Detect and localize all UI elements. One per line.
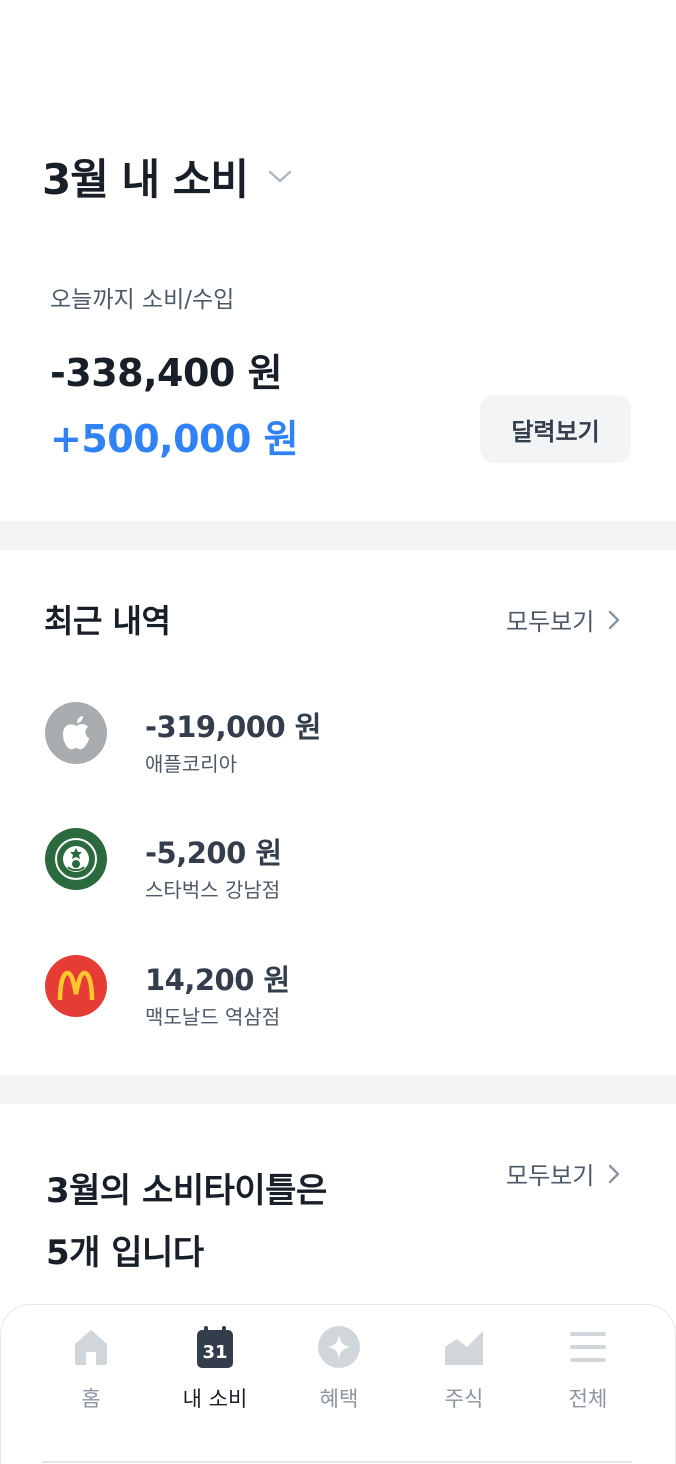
menu-icon: [564, 1323, 612, 1371]
spending-titles-line1: 3월의 소비타이틀은: [46, 1171, 327, 1211]
transaction-amount: -5,200 원: [145, 836, 282, 870]
transaction-amount: -319,000 원: [145, 710, 321, 744]
recent-section-title: 최근 내역: [44, 602, 171, 640]
tab-benefits[interactable]: 혜택: [284, 1323, 394, 1423]
bottom-tab-bar: 홈 31 내 소비 혜택 주식 전체: [0, 1304, 676, 1464]
spending-titles-heading: 3월의 소비타이틀은 5개 입니다: [46, 1160, 327, 1284]
mcdonalds-logo-icon: [45, 955, 107, 1017]
spending-titles-line2: 5개 입니다: [46, 1233, 204, 1273]
transaction-item[interactable]: -319,000 원 애플코리아: [45, 702, 645, 782]
recent-see-all-link[interactable]: 모두보기: [506, 602, 620, 637]
calendar-view-button[interactable]: 달력보기: [480, 395, 631, 463]
titles-see-all-link[interactable]: 모두보기: [506, 1156, 620, 1191]
see-all-label: 모두보기: [506, 1162, 595, 1190]
tab-all[interactable]: 전체: [533, 1323, 643, 1423]
tab-home[interactable]: 홈: [36, 1323, 146, 1423]
tab-label: 혜택: [319, 1387, 359, 1411]
summary-income-amount: +500,000 원: [50, 417, 299, 461]
starbucks-logo-icon: [45, 828, 107, 890]
summary-label: 오늘까지 소비/수입: [50, 287, 235, 313]
section-divider: [0, 521, 676, 550]
calendar-icon: 31: [191, 1323, 239, 1371]
apple-logo-icon: [45, 702, 107, 764]
sparkle-icon: [315, 1323, 363, 1371]
transaction-merchant: 스타벅스 강남점: [145, 878, 281, 902]
home-indicator: [42, 1461, 632, 1463]
consumption-page: 3월 내 소비 오늘까지 소비/수입 -338,400 원 +500,000 원…: [0, 0, 676, 1464]
transaction-item[interactable]: -5,200 원 스타벅스 강남점: [45, 828, 645, 908]
tab-label: 홈: [81, 1387, 101, 1411]
transaction-merchant: 맥도날드 역삼점: [145, 1005, 281, 1029]
see-all-label: 모두보기: [506, 608, 595, 636]
page-title: 3월 내 소비: [42, 155, 249, 204]
chevron-down-icon: [268, 169, 292, 188]
chart-icon: [440, 1323, 488, 1371]
transaction-item[interactable]: 14,200 원 맥도날드 역삼점: [45, 955, 645, 1035]
tab-label: 전체: [568, 1387, 608, 1411]
chevron-right-icon: [609, 610, 620, 629]
tab-label: 주식: [444, 1387, 484, 1411]
tab-my-spending[interactable]: 31 내 소비: [160, 1323, 270, 1423]
transaction-merchant: 애플코리아: [145, 752, 237, 776]
calendar-badge: 31: [202, 1342, 227, 1363]
tab-label: 내 소비: [182, 1387, 248, 1411]
home-icon: [67, 1323, 115, 1371]
month-selector[interactable]: 3월 내 소비: [42, 146, 292, 207]
summary-spend-amount: -338,400 원: [50, 351, 283, 395]
chevron-right-icon: [609, 1164, 620, 1183]
transaction-amount: 14,200 원: [145, 963, 290, 997]
section-divider: [0, 1075, 676, 1104]
tab-stocks[interactable]: 주식: [409, 1323, 519, 1423]
